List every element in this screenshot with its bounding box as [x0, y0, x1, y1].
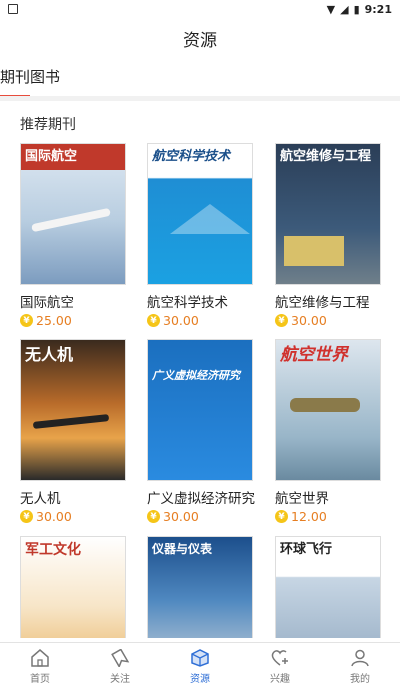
- journal-card[interactable]: 航空世界 航空世界 ¥ 12.00: [275, 339, 385, 524]
- journal-card[interactable]: 国际航空 国际航空 ¥ 25.00: [20, 143, 130, 328]
- coin-icon: ¥: [20, 510, 33, 523]
- box-icon: [189, 648, 211, 668]
- page-header: 资源: [0, 18, 400, 58]
- journal-cover[interactable]: 仪器与仪表: [147, 536, 253, 638]
- journal-name: 航空世界: [275, 491, 329, 507]
- journal-price: ¥ 12.00: [275, 509, 385, 524]
- journal-card[interactable]: 航空维修与工程 航空维修与工程 ¥ 30.00: [275, 143, 385, 328]
- journal-card[interactable]: 环球飞行: [275, 536, 385, 638]
- journal-price: ¥ 30.00: [147, 313, 257, 328]
- coin-icon: ¥: [20, 314, 33, 327]
- tab-journals-books[interactable]: 期刊图书: [0, 66, 60, 97]
- journal-price: ¥ 30.00: [147, 509, 257, 524]
- journal-name: 航空科学技术: [147, 295, 228, 311]
- section-divider: [0, 96, 400, 101]
- nav-item-follow[interactable]: 关注: [80, 643, 160, 690]
- bottom-navigation: 首页 关注 资源 兴趣 我的: [0, 642, 400, 690]
- nav-label: 关注: [110, 674, 130, 685]
- signal-icon: ◢: [340, 2, 349, 16]
- journal-cover[interactable]: 航空世界: [275, 339, 381, 481]
- nav-label: 我的: [350, 674, 370, 685]
- battery-icon: ▮: [353, 2, 360, 16]
- journal-cover[interactable]: 无人机: [20, 339, 126, 481]
- status-time: 9:21: [364, 2, 392, 16]
- journal-price: ¥ 30.00: [275, 313, 385, 328]
- nav-item-home[interactable]: 首页: [0, 643, 80, 690]
- journal-name: 国际航空: [20, 295, 74, 311]
- journal-card[interactable]: 航空科学技术 航空科学技术 ¥ 30.00: [147, 143, 257, 328]
- journal-price: ¥ 25.00: [20, 313, 130, 328]
- user-icon: [349, 648, 371, 668]
- coin-icon: ¥: [275, 510, 288, 523]
- status-bar: ▼ ◢ ▮ 9:21: [0, 0, 400, 18]
- journal-card[interactable]: 无人机 无人机 ¥ 30.00: [20, 339, 130, 524]
- journal-card[interactable]: 军工文化: [20, 536, 130, 638]
- journal-name: 广义虚拟经济研究: [147, 491, 255, 507]
- journal-cover[interactable]: 广义虚拟经济研究: [147, 339, 253, 481]
- journal-name: 无人机: [20, 491, 61, 507]
- home-icon: [29, 648, 51, 668]
- nav-item-resources[interactable]: 资源: [160, 643, 240, 690]
- journal-cover[interactable]: 航空维修与工程: [275, 143, 381, 285]
- coin-icon: ¥: [147, 314, 160, 327]
- journal-card[interactable]: 广义虚拟经济研究 广义虚拟经济研究 ¥ 30.00: [147, 339, 257, 524]
- heart-plus-icon: [269, 648, 291, 668]
- wifi-icon: ▼: [326, 2, 336, 16]
- coin-icon: ¥: [275, 314, 288, 327]
- journal-cover[interactable]: 航空科学技术: [147, 143, 253, 285]
- bookmark-icon: [109, 648, 131, 668]
- journal-cover[interactable]: 国际航空: [20, 143, 126, 285]
- journal-card[interactable]: 仪器与仪表: [147, 536, 257, 638]
- journal-cover[interactable]: 环球飞行: [275, 536, 381, 638]
- coin-icon: ¥: [147, 510, 160, 523]
- nav-label: 兴趣: [270, 674, 290, 685]
- notification-icon: [8, 4, 18, 14]
- page-title: 资源: [183, 30, 217, 51]
- journal-name: 航空维修与工程: [275, 295, 370, 311]
- nav-label: 资源: [190, 674, 210, 685]
- journal-grid: 国际航空 国际航空 ¥ 25.00 航空科学技术 航空科学技术 ¥ 30.00 …: [0, 143, 400, 638]
- nav-label: 首页: [30, 674, 50, 685]
- journal-price: ¥ 30.00: [20, 509, 130, 524]
- nav-item-interests[interactable]: 兴趣: [240, 643, 320, 690]
- section-title: 推荐期刊: [20, 117, 76, 133]
- nav-item-me[interactable]: 我的: [320, 643, 400, 690]
- sub-tabs: 期刊图书: [0, 58, 400, 97]
- journal-cover[interactable]: 军工文化: [20, 536, 126, 638]
